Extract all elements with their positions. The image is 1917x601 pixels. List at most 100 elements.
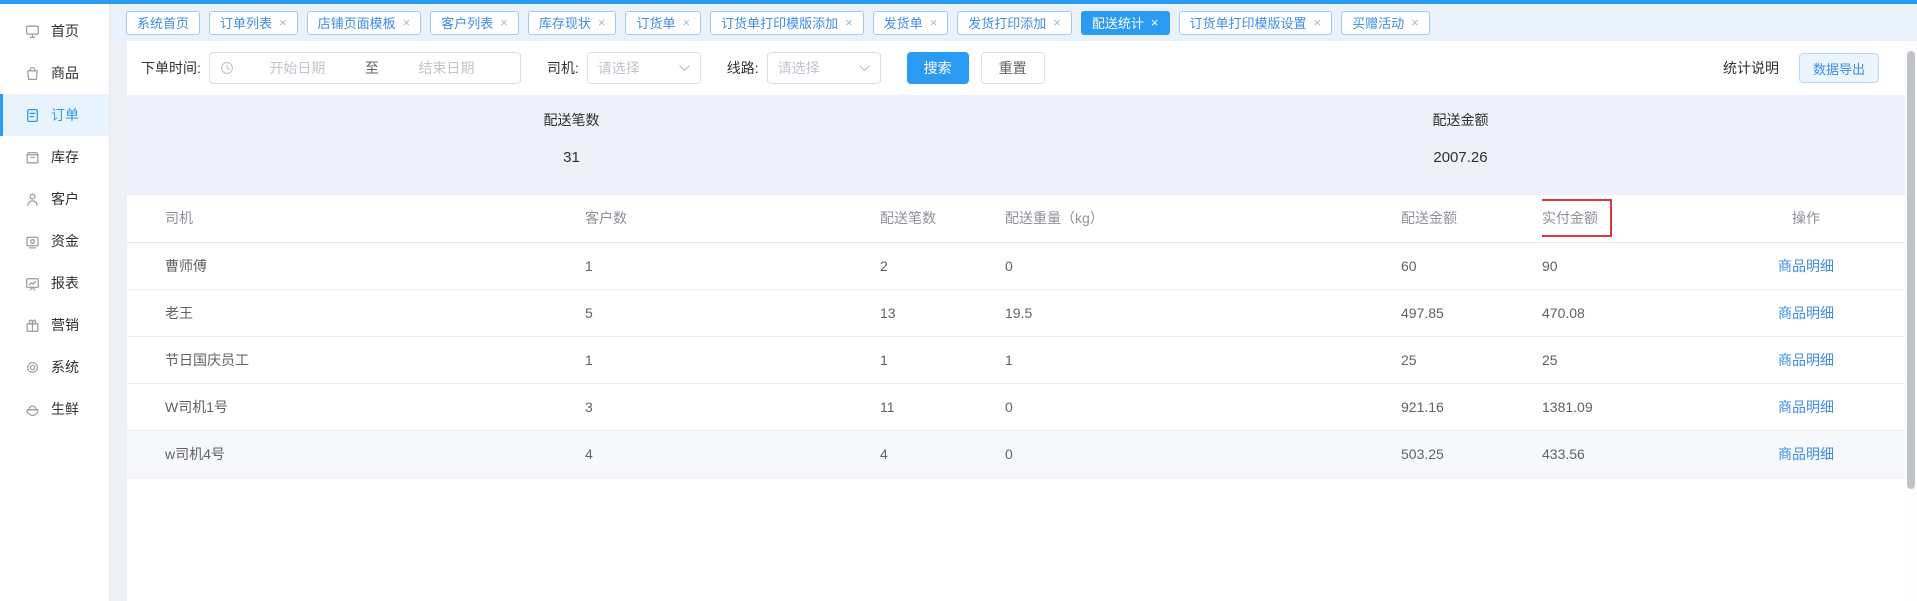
scrollbar-thumb[interactable] bbox=[1907, 51, 1915, 489]
close-icon[interactable]: × bbox=[930, 16, 938, 29]
cell-paid: 470.08 bbox=[1542, 289, 1707, 336]
close-icon[interactable]: × bbox=[682, 16, 690, 29]
sidebar: 首页 商品 订单 库存 客户 bbox=[0, 4, 110, 601]
table-header-row: 司机 客户数 配送笔数 配送重量（kg） 配送金额 实付金额 操作 bbox=[127, 195, 1905, 242]
tab-buy-gift-activity[interactable]: 买赠活动× bbox=[1341, 11, 1430, 35]
product-detail-link[interactable]: 商品明细 bbox=[1778, 399, 1834, 415]
vertical-scrollbar[interactable] bbox=[1905, 41, 1917, 601]
bag-icon bbox=[24, 65, 41, 82]
tab-delivery-statistics[interactable]: 配送统计× bbox=[1081, 11, 1170, 35]
cell-customers: 3 bbox=[585, 383, 880, 430]
order-date-range-input[interactable]: 开始日期 至 结束日期 bbox=[209, 52, 521, 84]
tab-shop-page-template[interactable]: 店铺页面模板× bbox=[307, 11, 422, 35]
tab-po-print-template-add[interactable]: 订货单打印模版添加× bbox=[710, 11, 864, 35]
gear-icon bbox=[24, 359, 41, 376]
product-detail-link[interactable]: 商品明细 bbox=[1778, 446, 1834, 462]
cell-orders: 11 bbox=[880, 383, 1005, 430]
sidebar-item-label: 生鲜 bbox=[51, 399, 79, 419]
tab-purchase-order[interactable]: 订货单× bbox=[625, 11, 701, 35]
wallet-icon bbox=[24, 233, 41, 250]
reset-button[interactable]: 重置 bbox=[981, 52, 1045, 84]
chevron-down-icon bbox=[859, 65, 870, 72]
cell-paid: 433.56 bbox=[1542, 430, 1707, 477]
sidebar-item-customers[interactable]: 客户 bbox=[0, 178, 109, 220]
table-row: 老王 5 13 19.5 497.85 470.08 商品明细 bbox=[127, 289, 1905, 336]
sidebar-item-products[interactable]: 商品 bbox=[0, 52, 109, 94]
cell-customers: 1 bbox=[585, 242, 880, 289]
sidebar-item-home[interactable]: 首页 bbox=[0, 10, 109, 52]
product-detail-link[interactable]: 商品明细 bbox=[1778, 305, 1834, 321]
sidebar-item-funds[interactable]: 资金 bbox=[0, 220, 109, 262]
cell-orders: 2 bbox=[880, 242, 1005, 289]
tab-order-list[interactable]: 订单列表× bbox=[209, 11, 298, 35]
close-icon[interactable]: × bbox=[1411, 16, 1419, 29]
driver-label: 司机: bbox=[547, 58, 579, 78]
cell-amount: 497.85 bbox=[1401, 289, 1542, 336]
close-icon[interactable]: × bbox=[845, 16, 853, 29]
tab-delivery-print-add[interactable]: 发货打印添加× bbox=[957, 11, 1072, 35]
close-icon[interactable]: × bbox=[500, 16, 508, 29]
close-icon[interactable]: × bbox=[1053, 16, 1061, 29]
order-time-label: 下单时间: bbox=[141, 58, 201, 78]
summary-value: 31 bbox=[127, 149, 1016, 166]
cell-customers: 4 bbox=[585, 430, 880, 477]
product-detail-link[interactable]: 商品明细 bbox=[1778, 258, 1834, 274]
close-icon[interactable]: × bbox=[1314, 16, 1322, 29]
cell-customers: 5 bbox=[585, 289, 880, 336]
table-row: w司机4号 4 4 0 503.25 433.56 商品明细 bbox=[127, 430, 1905, 477]
package-icon bbox=[24, 149, 41, 166]
tab-delivery-note[interactable]: 发货单× bbox=[873, 11, 949, 35]
clock-icon bbox=[220, 61, 234, 75]
close-icon[interactable]: × bbox=[279, 16, 287, 29]
col-header-paid: 实付金额 bbox=[1542, 195, 1707, 242]
cell-amount: 25 bbox=[1401, 336, 1542, 383]
summary-delivery-amount: 配送金额 2007.26 bbox=[1016, 95, 1905, 195]
sidebar-item-label: 库存 bbox=[51, 147, 79, 167]
sidebar-item-inventory[interactable]: 库存 bbox=[0, 136, 109, 178]
close-icon[interactable]: × bbox=[403, 16, 411, 29]
sidebar-item-label: 资金 bbox=[51, 231, 79, 251]
search-button[interactable]: 搜索 bbox=[907, 52, 969, 84]
table-row: 曹师傅 1 2 0 60 90 商品明细 bbox=[127, 242, 1905, 289]
col-header-actions: 操作 bbox=[1707, 195, 1905, 242]
tab-system-home[interactable]: 系统首页 bbox=[126, 11, 200, 35]
col-header-weight: 配送重量（kg） bbox=[1005, 195, 1401, 242]
start-date-placeholder: 开始日期 bbox=[234, 58, 361, 78]
driver-select[interactable]: 请选择 bbox=[587, 52, 701, 84]
sidebar-item-marketing[interactable]: 营销 bbox=[0, 304, 109, 346]
route-select[interactable]: 请选择 bbox=[767, 52, 881, 84]
tab-bar: 系统首页 订单列表× 店铺页面模板× 客户列表× 库存现状× 订货单× 订货单打… bbox=[110, 4, 1917, 41]
cell-weight: 19.5 bbox=[1005, 289, 1401, 336]
sidebar-item-label: 系统 bbox=[51, 357, 79, 377]
cell-orders: 1 bbox=[880, 336, 1005, 383]
cell-weight: 0 bbox=[1005, 383, 1401, 430]
close-icon[interactable]: × bbox=[598, 16, 606, 29]
summary-value: 2007.26 bbox=[1016, 149, 1905, 166]
col-header-paid-label: 实付金额 bbox=[1542, 210, 1598, 226]
close-icon[interactable]: × bbox=[1151, 16, 1159, 29]
data-export-button[interactable]: 数据导出 bbox=[1799, 53, 1879, 83]
sidebar-item-reports[interactable]: 报表 bbox=[0, 262, 109, 304]
bowl-icon bbox=[24, 401, 41, 418]
summary-panel: 配送笔数 31 配送金额 2007.26 bbox=[127, 95, 1905, 195]
cell-orders: 13 bbox=[880, 289, 1005, 336]
sidebar-item-orders[interactable]: 订单 bbox=[0, 94, 109, 136]
person-icon bbox=[24, 191, 41, 208]
filter-row: 下单时间: 开始日期 至 结束日期 司机: 请选择 bbox=[127, 41, 1905, 95]
tab-inventory-status[interactable]: 库存现状× bbox=[528, 11, 617, 35]
gift-icon bbox=[24, 317, 41, 334]
chart-board-icon bbox=[24, 275, 41, 292]
chevron-down-icon bbox=[679, 65, 690, 72]
sidebar-item-system[interactable]: 系统 bbox=[0, 346, 109, 388]
tab-customer-list[interactable]: 客户列表× bbox=[430, 11, 519, 35]
order-document-icon bbox=[24, 107, 41, 124]
sidebar-item-fresh[interactable]: 生鲜 bbox=[0, 388, 109, 430]
cell-driver: 老王 bbox=[127, 289, 585, 336]
cell-driver: W司机1号 bbox=[127, 383, 585, 430]
tab-po-print-template-settings[interactable]: 订货单打印模版设置× bbox=[1179, 11, 1333, 35]
cell-weight: 0 bbox=[1005, 430, 1401, 477]
cell-driver: 节日国庆员工 bbox=[127, 336, 585, 383]
product-detail-link[interactable]: 商品明细 bbox=[1778, 352, 1834, 368]
stats-help-text: 统计说明 bbox=[1723, 58, 1779, 78]
delivery-stats-table: 司机 客户数 配送笔数 配送重量（kg） 配送金额 实付金额 操作 曹师傅 bbox=[127, 195, 1905, 478]
